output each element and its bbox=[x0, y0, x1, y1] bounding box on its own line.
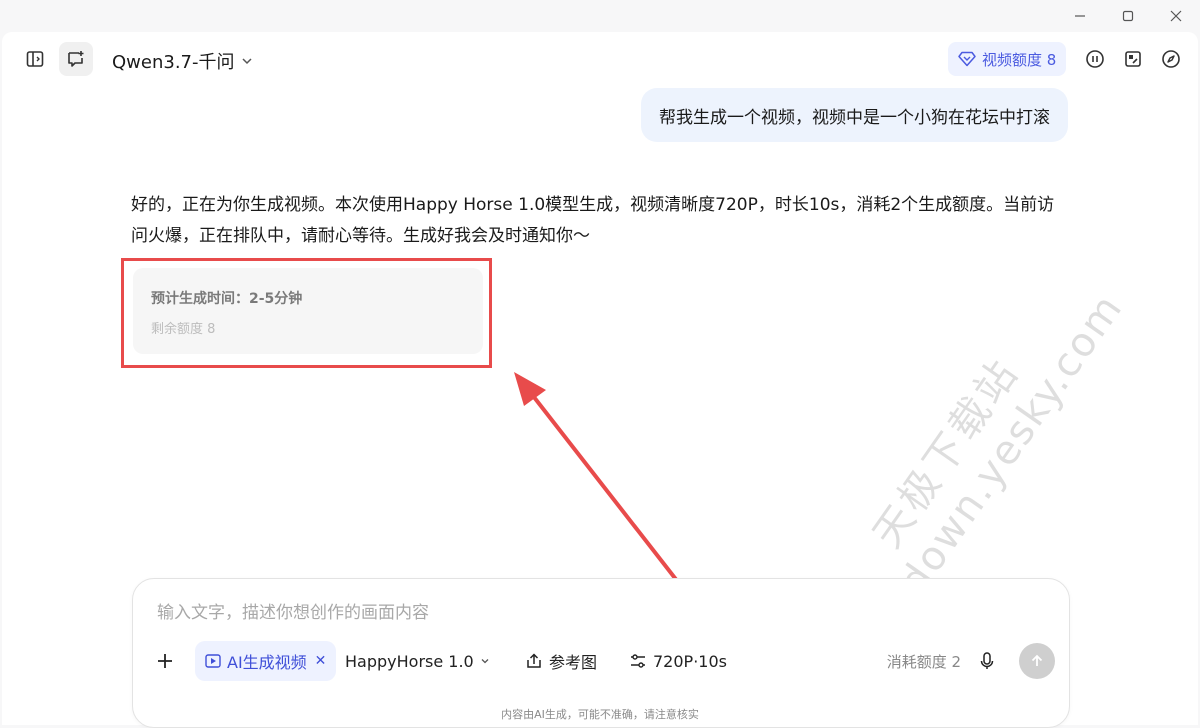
send-button[interactable] bbox=[1019, 643, 1055, 679]
window-controls bbox=[1056, 0, 1200, 32]
prompt-input[interactable] bbox=[155, 597, 1039, 629]
minimize-icon bbox=[1075, 15, 1085, 17]
reference-image-button[interactable]: 参考图 bbox=[525, 641, 597, 681]
composer-toolbar: AI生成视频 ✕ HappyHorse 1.0 参考图 720P·10s 消耗额… bbox=[133, 641, 1069, 681]
plus-icon bbox=[158, 654, 172, 668]
sidebar-icon bbox=[26, 51, 44, 67]
image-icon bbox=[1125, 51, 1141, 67]
maximize-button[interactable] bbox=[1104, 0, 1152, 32]
play-icon bbox=[205, 654, 221, 668]
model-select[interactable]: HappyHorse 1.0 bbox=[345, 641, 490, 681]
video-quota-button[interactable]: 视频额度 8 bbox=[948, 42, 1067, 76]
video-quota-label: 视频额度 8 bbox=[982, 50, 1057, 69]
gallery-button[interactable] bbox=[1116, 42, 1150, 76]
assistant-reply: 好的，正在为你生成视频。本次使用Happy Horse 1.0模型生成，视频清晰… bbox=[131, 195, 1055, 246]
chip-close-icon[interactable]: ✕ bbox=[315, 653, 327, 669]
compass-icon bbox=[1162, 50, 1180, 68]
video-settings-button[interactable]: 720P·10s bbox=[629, 641, 727, 681]
user-message-bubble: 帮我生成一个视频，视频中是一个小狗在花坛中打滚 bbox=[641, 88, 1068, 142]
main-panel: Qwen3.7-千问 视频额度 8 帮我生成一个视频，视频中是一个小狗在花坛中打… bbox=[2, 32, 1198, 728]
model-name: Qwen3.7-千问 bbox=[112, 52, 235, 73]
microphone-icon bbox=[980, 652, 994, 669]
video-settings-label: 720P·10s bbox=[653, 651, 727, 671]
new-chat-button[interactable] bbox=[59, 42, 93, 76]
sidebar-toggle-button[interactable] bbox=[18, 42, 52, 76]
new-chat-icon bbox=[68, 51, 84, 67]
arrow-up-icon bbox=[1031, 654, 1043, 666]
settings-sliders-icon bbox=[631, 654, 645, 668]
audio-icon bbox=[1086, 50, 1104, 68]
chevron-down-icon bbox=[241, 58, 252, 65]
remaining-quota-text: 剩余额度 8 bbox=[151, 322, 216, 337]
model-selector[interactable]: Qwen3.7-千问 bbox=[112, 48, 253, 74]
reference-image-label: 参考图 bbox=[549, 653, 598, 672]
voice-input-button[interactable] bbox=[969, 643, 1005, 679]
maximize-icon bbox=[1122, 10, 1134, 22]
user-message-text: 帮我生成一个视频，视频中是一个小狗在花坛中打滚 bbox=[659, 107, 1050, 128]
voice-call-button[interactable] bbox=[1078, 42, 1112, 76]
ai-disclaimer: 内容由AI生成，可能不准确，请注意核实 bbox=[501, 708, 699, 721]
generation-status-card: 预计生成时间：2-5分钟 剩余额度 8 bbox=[133, 268, 483, 354]
diamond-icon bbox=[958, 51, 976, 67]
add-attachment-button[interactable] bbox=[155, 641, 175, 681]
estimated-time-text: 预计生成时间：2-5分钟 bbox=[151, 291, 303, 307]
close-button[interactable] bbox=[1152, 0, 1200, 32]
upload-icon bbox=[527, 653, 541, 668]
consume-quota-text: 消耗额度 2 bbox=[886, 652, 961, 671]
explore-button[interactable] bbox=[1154, 42, 1188, 76]
chevron-down-icon bbox=[481, 659, 489, 664]
ai-video-chip[interactable]: AI生成视频 ✕ bbox=[195, 641, 337, 681]
minimize-button[interactable] bbox=[1056, 0, 1104, 32]
close-icon bbox=[1170, 10, 1182, 22]
model-select-label: HappyHorse 1.0 bbox=[345, 651, 474, 671]
ai-video-chip-label: AI生成视频 bbox=[227, 653, 307, 672]
